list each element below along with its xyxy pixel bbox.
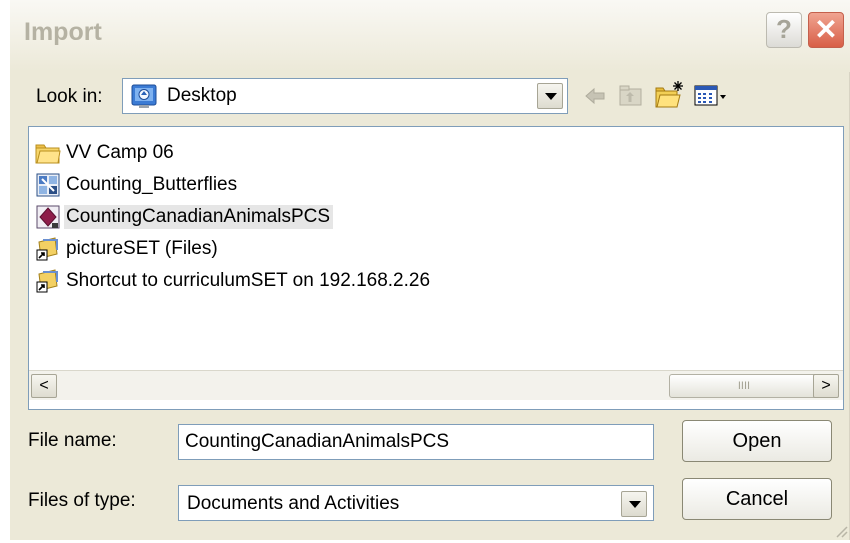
title-bar[interactable]: Import ? ✕ [10, 0, 850, 72]
files-of-type-dropdown-button[interactable] [621, 491, 647, 517]
cancel-button[interactable]: Cancel [682, 478, 832, 520]
shortcut-icon [35, 268, 61, 294]
files-of-type-value: Documents and Activities [187, 493, 400, 514]
back-arrow-icon[interactable] [584, 84, 606, 113]
activity-file-icon [35, 172, 61, 198]
list-item[interactable]: Shortcut to curriculumSET on 192.168.2.2… [35, 267, 433, 295]
files-of-type-dropdown[interactable]: Documents and Activities [178, 485, 654, 521]
folder-icon [35, 140, 61, 166]
look-in-value: Desktop [167, 85, 237, 106]
scroll-thumb[interactable]: IIII [669, 374, 819, 398]
new-folder-icon[interactable] [654, 80, 684, 115]
shortcut-icon [35, 236, 61, 262]
file-name-value: CountingCanadianAnimalsPCS [185, 431, 450, 452]
import-dialog: Import ? ✕ Look in: Desktop VV Camp 06 C… [10, 0, 850, 540]
file-name-text: Shortcut to curriculumSET on 192.168.2.2… [66, 270, 431, 291]
list-item[interactable]: CountingCanadianAnimalsPCS [35, 203, 334, 231]
file-name-field[interactable]: CountingCanadianAnimalsPCS [178, 424, 654, 460]
close-button[interactable]: ✕ [808, 12, 844, 48]
file-list[interactable]: VV Camp 06 Counting_Butterflies Counting… [28, 126, 844, 410]
file-name-text: Counting_Butterflies [66, 174, 238, 195]
look-in-dropdown-button[interactable] [537, 83, 563, 109]
resize-grip[interactable] [834, 524, 848, 543]
dialog-title: Import [24, 18, 102, 46]
help-button[interactable]: ? [766, 12, 802, 48]
list-item[interactable]: Counting_Butterflies [35, 171, 240, 199]
files-of-type-label: Files of type: [28, 490, 136, 511]
scroll-left-button[interactable]: < [31, 374, 57, 398]
list-item[interactable]: pictureSET (Files) [35, 235, 221, 263]
open-button[interactable]: Open [682, 420, 832, 462]
document-file-icon [35, 204, 61, 230]
file-name-label: File name: [28, 430, 117, 451]
up-folder-icon[interactable] [618, 82, 644, 113]
file-name-text: pictureSET (Files) [66, 238, 218, 259]
look-in-label: Look in: [36, 86, 103, 107]
look-in-dropdown[interactable]: Desktop [122, 78, 568, 114]
horizontal-scrollbar[interactable]: < IIII > [29, 370, 843, 400]
file-name-text: VV Camp 06 [66, 142, 174, 163]
list-item[interactable]: VV Camp 06 [35, 139, 177, 167]
file-name-text: CountingCanadianAnimalsPCS [64, 205, 334, 229]
view-menu-icon[interactable] [694, 84, 730, 113]
desktop-icon [131, 83, 157, 114]
scroll-right-button[interactable]: > [813, 374, 839, 398]
